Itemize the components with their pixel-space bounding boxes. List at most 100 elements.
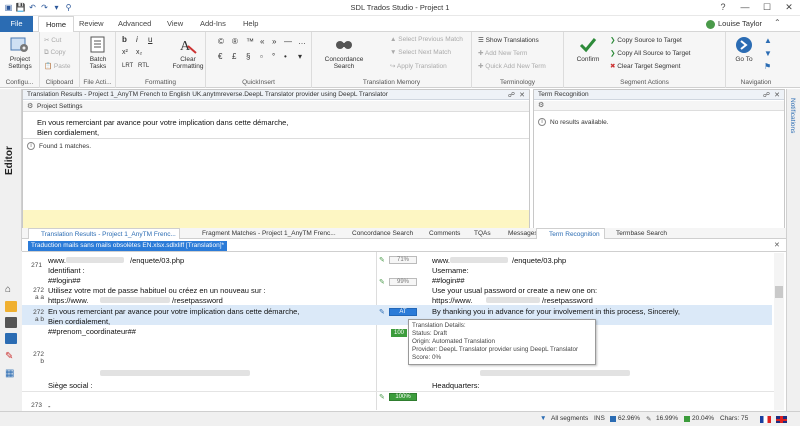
tab-term-recognition[interactable]: Term Recognition [536,228,605,239]
result-line[interactable]: Bien cordialement, [37,128,99,137]
tab-file[interactable]: File [0,16,33,32]
document-close-icon[interactable]: ✕ [774,241,780,249]
source-text[interactable]: Utilisez votre mot de passe habituel ou … [48,286,266,295]
pound-icon[interactable]: £ [232,52,236,61]
ltr-icon[interactable]: LRT [122,63,133,69]
files-icon[interactable] [5,317,17,328]
close-button[interactable]: ✕ [778,0,800,16]
target-text[interactable]: Use your usual password or create a new … [432,286,597,295]
bullet-icon[interactable]: • [284,52,287,61]
minimize-button[interactable]: — [734,0,756,16]
next-segment-icon[interactable]: ▼ [764,49,772,58]
clear-formatting-button[interactable]: Clear Formatting [170,56,206,70]
copy-all-source-button[interactable]: ❯ Copy All Source to Target [610,49,691,57]
more-symbols-icon[interactable]: ▾ [298,52,302,61]
quick-add-new-term-button[interactable]: ✚ Quick Add New Term [478,62,546,70]
tab-help[interactable]: Help [236,16,265,32]
select-next-match-button[interactable]: ▼ Select Next Match [390,49,451,56]
target-text[interactable]: Username: [432,266,469,275]
italic-icon[interactable]: i [136,35,138,44]
copy-button[interactable]: ⧉ Copy [44,49,66,57]
source-text[interactable]: Siège social : [48,381,93,390]
source-text[interactable]: - [48,402,51,411]
translation-memories-icon[interactable]: ▦ [5,368,17,379]
maximize-button[interactable]: ☐ [756,0,778,16]
tab-home[interactable]: Home [38,16,75,33]
ellipsis-icon[interactable]: … [298,37,306,46]
tab-concordance-search[interactable]: Concordance Search [340,228,413,239]
source-text[interactable]: En vous remerciant par avance pour votre… [48,307,299,316]
target-text[interactable]: Headquarters: [432,381,480,390]
user-name[interactable]: Louise Taylor [718,19,762,28]
copyright-icon[interactable]: © [218,37,224,46]
tab-advanced[interactable]: Advanced [111,16,158,32]
source-text[interactable]: https://www. [48,296,88,305]
source-text[interactable]: ##login## [48,276,81,285]
source-text[interactable]: /resetpassword [172,296,223,305]
copy-source-button[interactable]: ❯ Copy Source to Target [610,36,682,44]
clear-target-button[interactable]: ✖ Clear Target Segment [610,62,680,70]
term-settings-icon[interactable]: ⚙ [538,101,544,109]
add-new-term-button[interactable]: ✚ Add New Term [478,49,527,57]
euro-icon[interactable]: € [218,52,222,61]
strikethrough-icon[interactable]: x² [122,49,128,56]
quote-open-icon[interactable]: « [260,37,264,46]
target-text[interactable]: https://www. [432,296,472,305]
document-tab[interactable]: Traduction mails sans mails obsolètes EN… [28,241,228,251]
dash-icon[interactable]: — [284,37,292,46]
pin-icon[interactable]: ☍ [763,91,770,99]
project-settings-button[interactable]: Project Settings [6,56,34,70]
target-text[interactable]: /enquete/03.php [512,256,566,265]
previous-segment-icon[interactable]: ▲ [764,36,772,45]
target-text[interactable]: ##login## [432,276,465,285]
tab-add-ins[interactable]: Add-Ins [193,16,233,32]
source-text[interactable]: www. [48,256,66,265]
tab-comments[interactable]: Comments [417,228,460,239]
pane-close-icon[interactable]: ✕ [774,91,780,99]
paste-button[interactable]: 📋 Paste [44,62,71,70]
pin-icon[interactable]: ☍ [508,91,515,99]
underline-icon[interactable]: u [148,35,152,44]
tab-view[interactable]: View [160,16,190,32]
tab-messages[interactable]: Messages [496,228,538,239]
trademark-icon[interactable]: ™ [246,37,254,46]
target-text[interactable]: www. [432,256,450,265]
batch-tasks-button[interactable]: Batch Tasks [84,56,112,70]
scrollbar-thumb[interactable] [775,286,783,298]
editor-nav-icon[interactable]: ✎ [5,351,17,362]
section-icon[interactable]: § [246,52,250,61]
concordance-search-button[interactable]: Concordance Search [324,56,364,70]
cut-button[interactable]: ✂ Cut [44,36,61,44]
target-text[interactable]: /resetpassword [542,296,593,305]
editor-label[interactable]: Editor [4,146,15,175]
filter-icon[interactable]: ▼ [540,415,546,422]
tab-fragment-matches[interactable]: Fragment Matches - Project 1_AnyTM Frenc… [190,228,336,239]
superscript-icon[interactable]: x₂ [136,49,142,56]
show-translations-button[interactable]: ☰ Show Translations [478,36,539,44]
rtl-icon[interactable]: RTL [138,63,149,69]
tab-termbase-search[interactable]: Termbase Search [604,228,667,239]
nbsp-icon[interactable]: ▫ [260,52,263,61]
registered-icon[interactable]: ® [232,37,238,46]
tab-review[interactable]: Review [72,16,111,32]
source-text[interactable]: ##prenom_coordinateur## [48,327,136,336]
confirm-button[interactable]: Confirm [572,56,604,63]
notifications-label[interactable]: Notifications [789,98,796,133]
source-text[interactable]: Bien cordialement, [48,317,110,326]
tab-translation-results[interactable]: Translation Results - Project 1_AnyTM Fr… [28,228,180,239]
pane-close-icon[interactable]: ✕ [519,91,525,99]
minimize-ribbon-icon[interactable]: ⌃ [774,18,781,27]
editor-scrollbar[interactable] [774,253,784,410]
tab-tqas[interactable]: TQAs [462,228,491,239]
result-line[interactable]: En vous remerciant par avance pour votre… [37,118,288,127]
help-button[interactable]: ? [712,0,734,16]
reports-icon[interactable] [5,333,17,344]
project-settings-link[interactable]: Project Settings [37,103,83,110]
bookmark-icon[interactable]: ⚑ [764,62,771,71]
target-text[interactable]: By thanking you in advance for your invo… [432,307,680,316]
segment-filter[interactable]: All segments [551,415,588,422]
projects-icon[interactable] [5,301,17,312]
go-to-button[interactable]: Go To [730,56,758,63]
home-icon[interactable]: ⌂ [5,284,17,295]
apply-translation-button[interactable]: ↪ Apply Translation [390,62,447,70]
